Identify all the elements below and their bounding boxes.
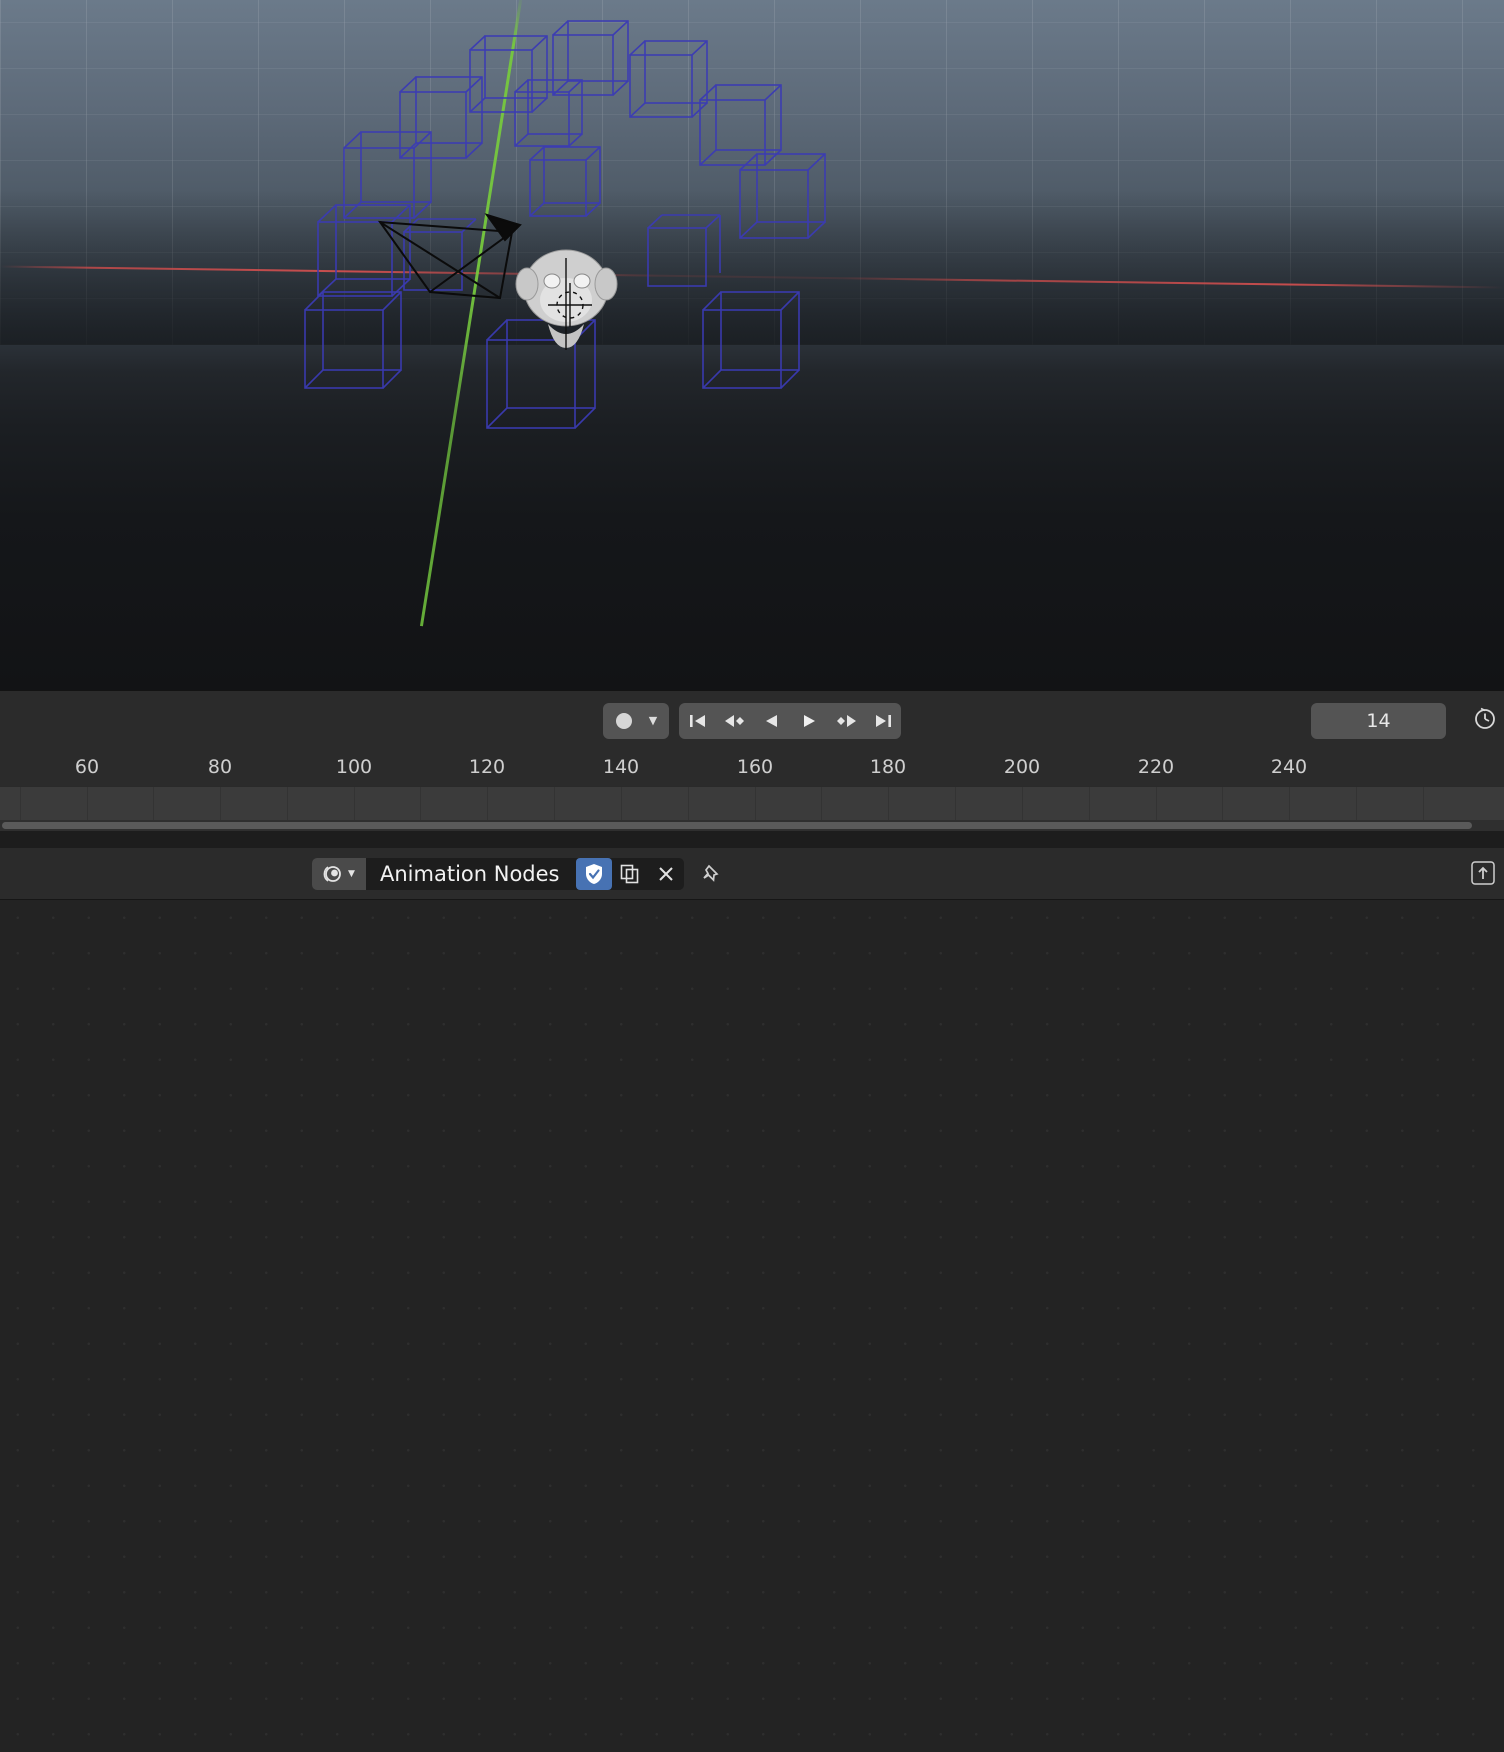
close-node-tree-button[interactable] [648, 858, 684, 890]
pin-icon[interactable] [700, 864, 724, 892]
node-links [0, 900, 1504, 1752]
jump-prev-keyframe-button[interactable] [716, 703, 753, 739]
ruler-tick: 220 [1137, 756, 1175, 778]
collapse-sidebar-icon[interactable] [1468, 858, 1498, 892]
3d-viewport[interactable] [0, 0, 1504, 690]
auto-execution-toggle[interactable] [576, 858, 612, 890]
editor-divider [0, 831, 1504, 848]
playback-controls[interactable] [679, 702, 901, 739]
chevron-down-icon[interactable]: ▼ [641, 704, 665, 738]
ruler-tick: 200 [1003, 756, 1041, 778]
node-tree-type-icon[interactable]: ▼ [312, 858, 366, 890]
jump-to-start-button[interactable] [679, 703, 716, 739]
play-reverse-button[interactable] [753, 703, 790, 739]
chevron-down-icon: ▼ [348, 869, 355, 879]
instanced-cubes-wireframe [304, 20, 826, 429]
current-frame-value: 14 [1366, 710, 1391, 732]
ruler-tick: 80 [207, 756, 233, 778]
record-icon[interactable] [607, 704, 641, 738]
ruler-tick: 140 [602, 756, 640, 778]
ruler-tick: 60 [74, 756, 100, 778]
ruler-tick: 240 [1270, 756, 1308, 778]
blender-window: ▼ 14 60 80 100 120 140 160 180 200 220 2… [0, 0, 1504, 1752]
ruler-tick: 180 [869, 756, 907, 778]
ruler-tick: 120 [468, 756, 506, 778]
ruler-tick: 160 [736, 756, 774, 778]
use-preview-range-icon[interactable] [1472, 705, 1498, 735]
jump-to-end-button[interactable] [864, 703, 901, 739]
timeline-header: ▼ 14 [0, 690, 1504, 750]
node-editor-header: ▼ Animation Nodes [0, 848, 1504, 900]
play-button[interactable] [790, 703, 827, 739]
timeline-scrollbar[interactable] [0, 820, 1504, 831]
node-tree-selector[interactable]: ▼ Animation Nodes [312, 858, 684, 890]
scrollbar-thumb[interactable] [2, 822, 1472, 829]
ruler-tick: 100 [335, 756, 373, 778]
camera-gizmo [377, 213, 522, 300]
duplicate-node-tree-button[interactable] [612, 858, 648, 890]
node-editor-canvas[interactable]: ut ⌄ Mask List List List [0, 900, 1504, 1752]
auto-keying-group[interactable]: ▼ [603, 702, 669, 739]
current-frame-field[interactable]: 14 [1311, 703, 1446, 739]
node-tree-name[interactable]: Animation Nodes [366, 858, 576, 890]
jump-next-keyframe-button[interactable] [827, 703, 864, 739]
